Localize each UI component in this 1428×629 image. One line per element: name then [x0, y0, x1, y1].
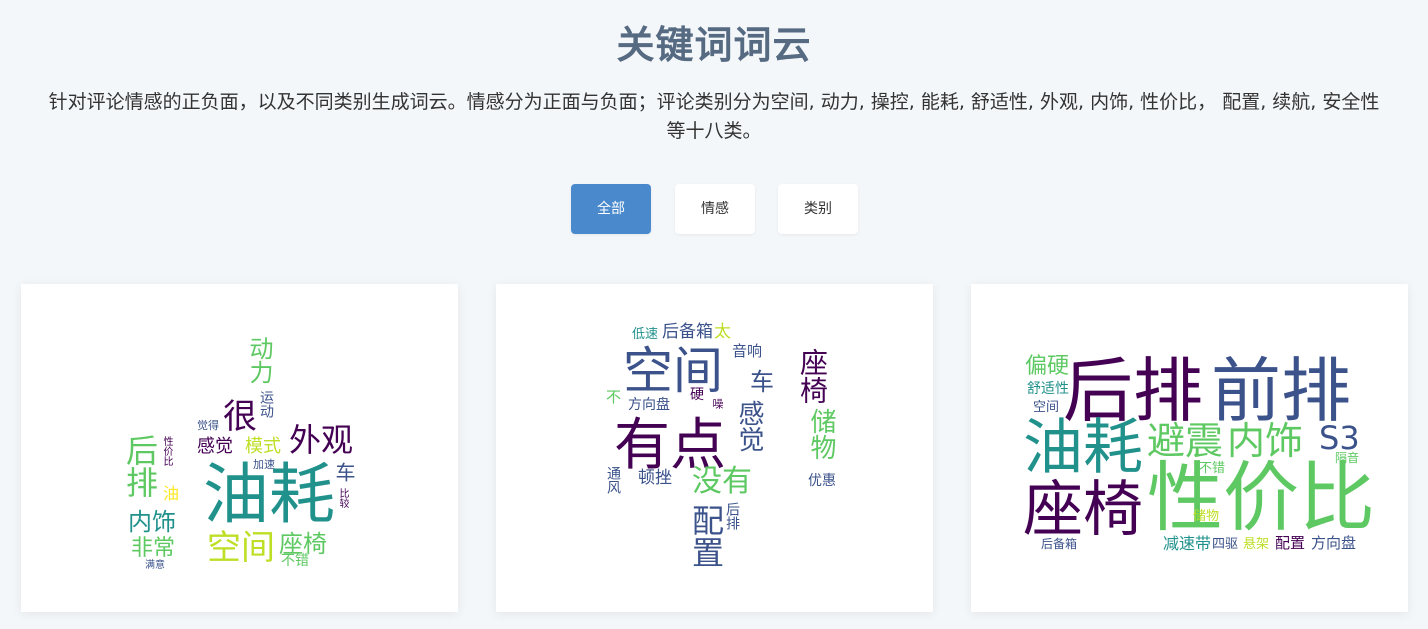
word: 没有	[692, 464, 752, 499]
word: 车	[750, 368, 774, 396]
tab-all[interactable]: 全部	[571, 184, 651, 234]
word-cloud-all: 油耗 空间 座椅 外观 很 后排 内饰 非常 动力 感觉 模式 车 油 运动 觉…	[21, 284, 458, 612]
word: 不	[606, 388, 622, 406]
word: 内饰	[128, 508, 176, 536]
word: 性价比	[161, 436, 172, 466]
filter-tabs: 全部 情感 类别	[0, 184, 1428, 234]
word: 感觉	[197, 436, 233, 457]
page-description: 针对评论情感的正负面，以及不同类别生成词云。情感分为正面与负面；评论类别分为空间…	[22, 88, 1406, 146]
word: 性价比	[1147, 453, 1375, 542]
word: 优惠	[808, 473, 836, 489]
word: 通风	[605, 466, 621, 494]
word-cloud-category: 后排 前排 油耗 座椅 性价比 避震 内饰 S3 偏硬 舒适性 空间 不错 隔音…	[971, 284, 1408, 612]
word: 配置	[687, 504, 725, 568]
word: 加速	[253, 458, 275, 471]
word: 偏硬	[1025, 354, 1070, 379]
word: 油	[163, 484, 180, 503]
word: 空间	[623, 342, 723, 400]
word: 空间	[1033, 400, 1060, 415]
word-cloud-card-category: 后排 前排 油耗 座椅 性价比 避震 内饰 S3 偏硬 舒适性 空间 不错 隔音…	[971, 284, 1408, 612]
word: 不错	[1199, 461, 1226, 476]
word: 油耗	[1023, 413, 1143, 483]
word: 配置	[1275, 534, 1306, 552]
word: 满意	[145, 560, 165, 571]
word: 座椅	[796, 348, 829, 404]
word: 音响	[732, 342, 763, 360]
word: 隔音	[1335, 451, 1360, 465]
description-line-1: 针对评论情感的正负面，以及不同类别生成词云。情感分为正面与负面；评论类别分为空间…	[48, 91, 1380, 113]
word: 非常	[131, 536, 176, 561]
tab-category[interactable]: 类别	[778, 184, 858, 234]
word: 外观	[289, 421, 354, 459]
word: 方向盘	[1311, 534, 1357, 552]
word-cloud-card-all: 油耗 空间 座椅 外观 很 后排 内饰 非常 动力 感觉 模式 车 油 运动 觉…	[21, 284, 458, 612]
word: 前排	[1211, 350, 1351, 432]
word: 模式	[245, 436, 281, 457]
word: 噪	[711, 398, 724, 409]
word: 座椅	[1023, 475, 1143, 545]
word: 觉得	[197, 419, 219, 432]
word: 空间	[207, 528, 275, 568]
word: 车	[332, 462, 356, 482]
word: 四驱	[1212, 537, 1239, 552]
word: 方向盘	[628, 397, 670, 413]
tab-sentiment[interactable]: 情感	[675, 184, 755, 234]
word: 储物	[806, 408, 836, 460]
page-title: 关键词词云	[616, 23, 812, 67]
word: 顿挫	[638, 468, 672, 488]
word: 减速带	[1163, 534, 1212, 553]
word: 运动	[258, 390, 274, 418]
word: 内饰	[1227, 419, 1304, 463]
word: 不错	[281, 553, 309, 569]
word: 太	[714, 322, 731, 342]
word: 后备箱	[1041, 537, 1078, 551]
word-cloud-sentiment: 有点 空间 配置 没有 感觉 座椅 储物 车 音响 后备箱 低速 太 方向盘 硬…	[496, 284, 933, 612]
word: 后排	[121, 434, 159, 498]
word: 油耗	[203, 456, 335, 533]
word: 很	[223, 397, 257, 437]
word: 储物	[1193, 509, 1220, 524]
word: 后备箱	[662, 322, 713, 342]
word: 动力	[245, 336, 273, 384]
word: 低速	[632, 327, 659, 342]
word: 感觉	[734, 400, 764, 452]
word: 避震	[1147, 419, 1224, 463]
word: 悬架	[1243, 537, 1270, 552]
word: 比较	[337, 488, 348, 508]
word: S3	[1319, 419, 1360, 457]
description-line-2: 等十八类。	[666, 120, 762, 142]
word-cloud-card-sentiment: 有点 空间 配置 没有 感觉 座椅 储物 车 音响 后备箱 低速 太 方向盘 硬…	[496, 284, 933, 612]
word: 后排	[724, 502, 740, 530]
word: 舒适性	[1027, 381, 1069, 397]
word: 硬	[690, 387, 704, 403]
